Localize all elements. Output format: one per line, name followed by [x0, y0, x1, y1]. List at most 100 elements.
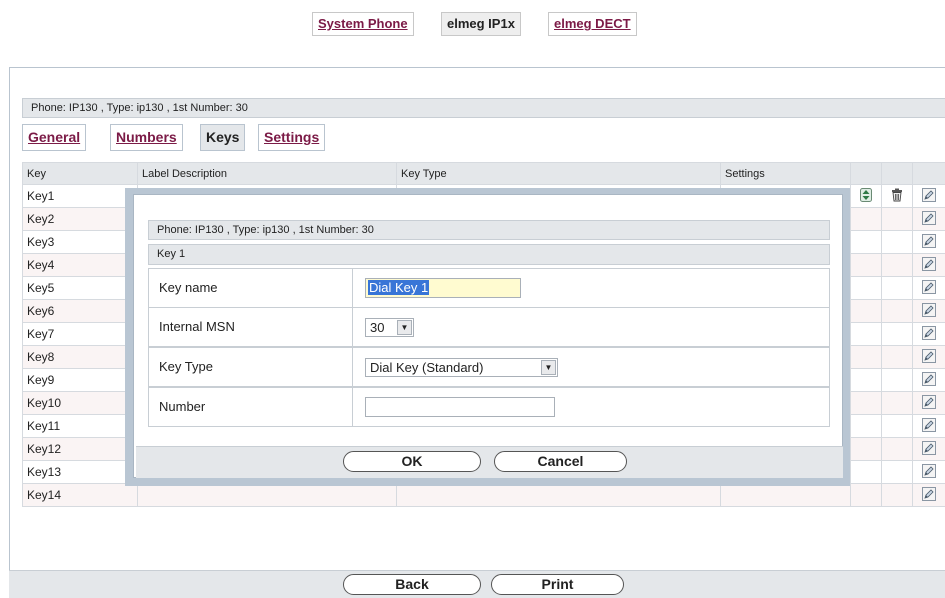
cancel-button[interactable]: Cancel [494, 451, 627, 472]
tab-general-link[interactable]: General [28, 129, 80, 145]
tab-system-phone[interactable]: System Phone [312, 12, 414, 36]
edit-cell [912, 299, 945, 323]
column-header-key: Key [22, 162, 138, 185]
key-cell: Key12 [22, 437, 138, 461]
label-description-cell [137, 483, 397, 507]
tab-keys[interactable]: Keys [200, 124, 246, 151]
edit-cell [912, 483, 945, 507]
phone-info-bar: Phone: IP130 , Type: ip130 , 1st Number:… [22, 98, 945, 118]
tab-elmeg-dect[interactable]: elmeg DECT [548, 12, 637, 36]
key-cell: Key6 [22, 299, 138, 323]
key-name-input[interactable]: Dial Key 1 [365, 278, 521, 298]
move-cell [850, 322, 882, 346]
delete-cell [881, 322, 913, 346]
edit-cell [912, 184, 945, 208]
key-type-cell [396, 483, 721, 507]
key-cell: Key11 [22, 414, 138, 438]
internal-msn-row: Internal MSN 30 ▼ [148, 307, 830, 347]
pencil-icon[interactable] [922, 394, 936, 409]
number-input[interactable] [365, 397, 555, 417]
pencil-icon[interactable] [922, 302, 936, 317]
pencil-icon[interactable] [922, 371, 936, 386]
move-cell [850, 391, 882, 415]
edit-cell [912, 391, 945, 415]
dialog-footer [136, 446, 843, 478]
move-cell [850, 230, 882, 254]
delete-cell [881, 414, 913, 438]
settings-cell [720, 483, 851, 507]
tab-numbers-link[interactable]: Numbers [116, 129, 177, 145]
column-header-label-description: Label Description [137, 162, 397, 185]
internal-msn-label: Internal MSN [149, 308, 353, 346]
edit-cell [912, 345, 945, 369]
pencil-icon[interactable] [922, 256, 936, 271]
pencil-icon[interactable] [922, 233, 936, 248]
chevron-down-icon[interactable]: ▼ [397, 320, 412, 335]
pencil-icon[interactable] [922, 187, 936, 202]
pencil-icon[interactable] [922, 348, 936, 363]
tab-settings[interactable]: Settings [258, 124, 326, 151]
edit-cell [912, 437, 945, 461]
key-cell: Key1 [22, 184, 138, 208]
key-name-value: Dial Key 1 [368, 280, 430, 295]
pencil-icon[interactable] [922, 417, 936, 432]
number-row: Number [148, 387, 830, 427]
move-cell [850, 414, 882, 438]
pencil-icon[interactable] [922, 440, 936, 455]
tab-general[interactable]: General [22, 124, 87, 151]
delete-cell [881, 483, 913, 507]
dialog-phone-info: Phone: IP130 , Type: ip130 , 1st Number:… [148, 220, 830, 240]
delete-cell [881, 207, 913, 231]
column-header-blank [881, 162, 913, 185]
move-updown-icon[interactable] [860, 187, 872, 202]
pencil-icon[interactable] [922, 279, 936, 294]
delete-cell [881, 299, 913, 323]
key-type-select[interactable]: Dial Key (Standard) ▼ [365, 358, 558, 377]
delete-cell [881, 345, 913, 369]
delete-cell [881, 230, 913, 254]
column-header-key-type: Key Type [396, 162, 721, 185]
move-cell [850, 368, 882, 392]
pencil-icon[interactable] [922, 325, 936, 340]
key-cell: Key2 [22, 207, 138, 231]
tab-elmeg-ip1x[interactable]: elmeg IP1x [441, 12, 521, 36]
pencil-icon[interactable] [922, 210, 936, 225]
trash-icon[interactable] [890, 188, 904, 202]
pencil-icon[interactable] [922, 486, 936, 501]
tab-numbers[interactable]: Numbers [110, 124, 183, 151]
table-header-row: Key Label Description Key Type Settings [22, 162, 945, 185]
back-button[interactable]: Back [343, 574, 481, 595]
column-header-blank [912, 162, 945, 185]
column-header-blank [850, 162, 882, 185]
dialog-section-title: Key 1 [148, 244, 830, 265]
key-type-value: Dial Key (Standard) [370, 360, 484, 375]
move-cell [850, 483, 882, 507]
key-cell: Key13 [22, 460, 138, 484]
internal-msn-value: 30 [370, 320, 385, 335]
key-cell: Key4 [22, 253, 138, 277]
edit-cell [912, 207, 945, 231]
internal-msn-select[interactable]: 30 ▼ [365, 318, 414, 337]
tab-system-phone-link[interactable]: System Phone [318, 16, 408, 31]
edit-cell [912, 414, 945, 438]
edit-cell [912, 276, 945, 300]
key-cell: Key3 [22, 230, 138, 254]
move-cell [850, 460, 882, 484]
tab-elmeg-dect-link[interactable]: elmeg DECT [554, 16, 631, 31]
key-cell: Key7 [22, 322, 138, 346]
print-button[interactable]: Print [491, 574, 624, 595]
move-cell [850, 345, 882, 369]
chevron-down-icon[interactable]: ▼ [541, 360, 556, 375]
move-cell [850, 276, 882, 300]
pencil-icon[interactable] [922, 463, 936, 478]
delete-cell [881, 253, 913, 277]
ok-button[interactable]: OK [343, 451, 481, 472]
delete-cell [881, 437, 913, 461]
key-type-label: Key Type [149, 348, 353, 386]
key-cell: Key9 [22, 368, 138, 392]
edit-cell [912, 253, 945, 277]
tab-settings-link[interactable]: Settings [264, 129, 319, 145]
delete-cell [881, 368, 913, 392]
key-cell: Key8 [22, 345, 138, 369]
edit-cell [912, 368, 945, 392]
